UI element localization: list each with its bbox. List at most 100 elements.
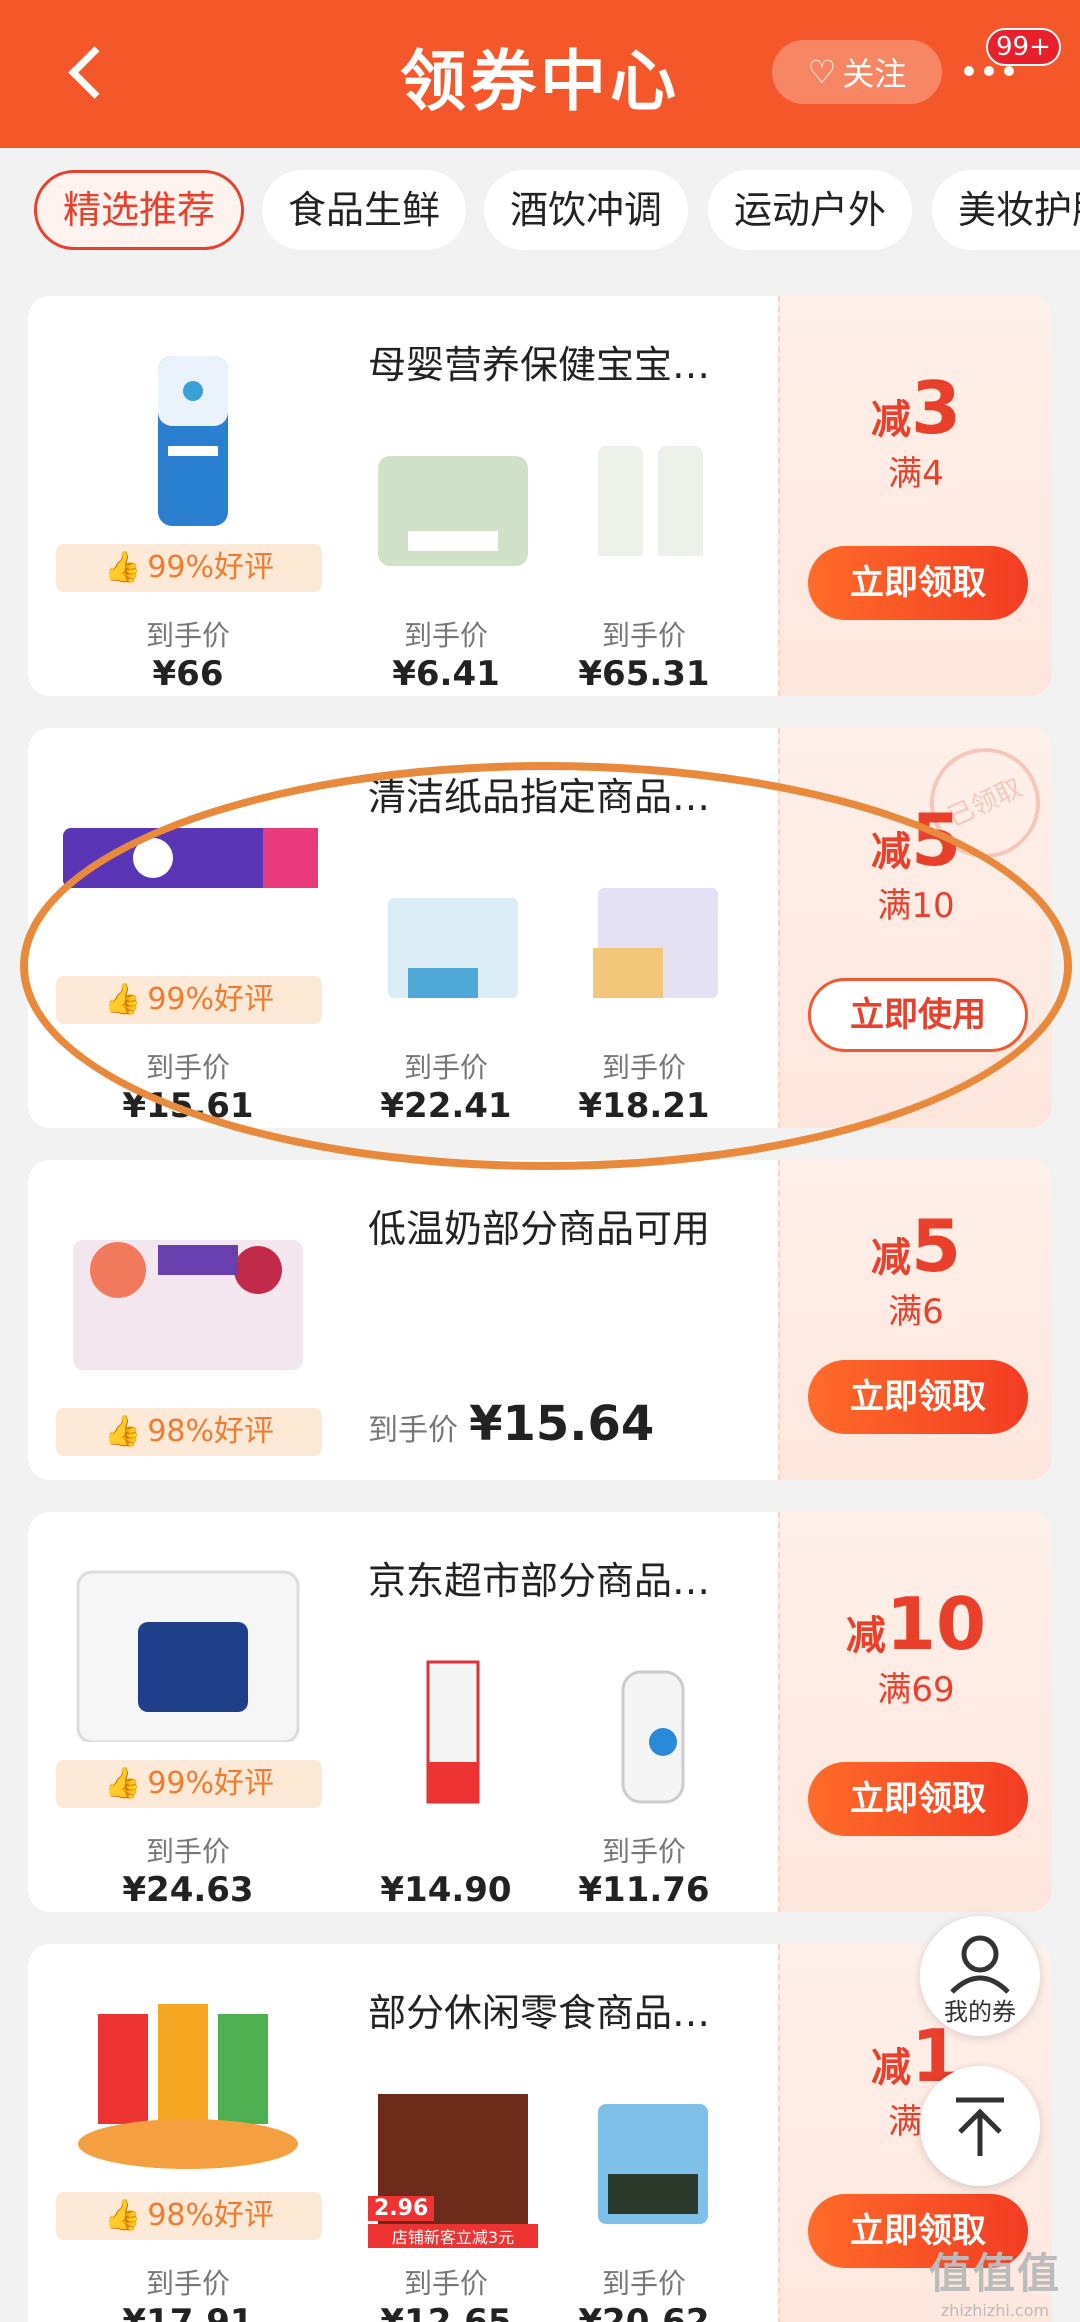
tab-food-fresh[interactable]: 食品生鲜 xyxy=(262,170,467,250)
price-label: 到手价 xyxy=(145,619,230,652)
price-value: ¥14.90 xyxy=(380,1870,512,1910)
price-value: ¥18.21 xyxy=(578,1086,710,1126)
promo-text: 店铺新客立减3元 xyxy=(368,2224,538,2248)
price-block: 到手价 ¥66 xyxy=(88,614,288,694)
my-coupons-button[interactable]: 我的券 xyxy=(920,1916,1040,2036)
price-value: ¥12.65 xyxy=(380,2302,512,2322)
watermark-main: 值值值 xyxy=(928,2249,1061,2298)
tab-drinks[interactable]: 酒饮冲调 xyxy=(484,170,689,250)
coupon-value-panel: 减5 满6 立即领取 xyxy=(778,1160,1052,1480)
follow-button[interactable]: ♡ 关注 xyxy=(772,40,942,104)
discount-condition: 满69 xyxy=(877,1670,955,1710)
product-thumbnail xyxy=(621,1670,685,1804)
price-value: ¥15.64 xyxy=(469,1396,655,1452)
price-label: 到手价 xyxy=(601,1835,686,1868)
product-image xyxy=(158,356,228,526)
rating-text: 99%好评 xyxy=(147,982,275,1017)
price-label xyxy=(346,1830,546,1866)
discount-condition: 满10 xyxy=(877,886,955,926)
category-tabs: 精选推荐 食品生鲜 酒饮冲调 运动户外 美妆护肤 xyxy=(0,148,1080,278)
price-value: ¥22.41 xyxy=(380,1086,512,1126)
product-thumbnail xyxy=(378,456,528,566)
product-image xyxy=(78,2004,298,2169)
coupon-name: 部分休闲零食商品… xyxy=(368,1991,711,2035)
discount-prefix: 减 xyxy=(845,1613,886,1659)
product-thumbnail: 2.96 店铺新客立减3元 xyxy=(368,2084,538,2248)
price-block: 到手价 ¥11.76 xyxy=(544,1830,744,1910)
price-label: 到手价 xyxy=(368,1413,458,1448)
discount-amount: 减10 xyxy=(780,1582,1052,1666)
price-block: 到手价 ¥15.64 xyxy=(368,1396,654,1452)
price-label: 到手价 xyxy=(145,2267,230,2300)
rating-badge: 👍 99%好评 xyxy=(56,1760,322,1808)
discount-prefix: 减 xyxy=(870,2045,911,2091)
back-to-top-button[interactable] xyxy=(920,2066,1040,2186)
product-image xyxy=(63,828,318,888)
coupon-value-panel: 减10 满69 立即领取 xyxy=(778,1512,1052,1912)
coupon-value-panel: 已领取 减5 满10 立即使用 xyxy=(778,728,1052,1128)
coupon-name: 母婴营养保健宝宝… xyxy=(368,343,711,387)
price-block: 到手价 ¥6.41 xyxy=(346,614,546,694)
price-value: ¥24.63 xyxy=(122,1870,254,1910)
thumbs-up-icon: 👍 xyxy=(103,550,142,585)
price-label: 到手价 xyxy=(145,1051,230,1084)
coupon-card: 👍 98%好评 部分休闲零食商品… 2.96 店铺新客立减3元 到手价 ¥17.9… xyxy=(28,1944,1052,2322)
price-label: 到手价 xyxy=(601,2267,686,2300)
follow-label: 关注 xyxy=(842,55,907,93)
thumbs-up-icon: 👍 xyxy=(103,1414,142,1449)
price-block: 到手价 ¥22.41 xyxy=(346,1046,546,1126)
price-value: ¥11.76 xyxy=(578,1870,710,1910)
price-block: 到手价 ¥17.91 xyxy=(88,2262,288,2322)
product-thumbnail xyxy=(598,446,703,586)
tab-outdoor[interactable]: 运动户外 xyxy=(708,170,913,250)
tab-featured[interactable]: 精选推荐 xyxy=(34,170,245,250)
rating-badge: 👍 98%好评 xyxy=(56,1408,322,1456)
tab-beauty[interactable]: 美妆护肤 xyxy=(932,170,1080,250)
price-value: ¥17.91 xyxy=(122,2302,254,2322)
thumbs-up-icon: 👍 xyxy=(103,982,142,1017)
product-thumbnail xyxy=(388,898,518,998)
watermark-sub: zhizhizhi.com xyxy=(940,2301,1050,2320)
price-value: ¥20.62 xyxy=(578,2302,710,2322)
price-block: 到手价 ¥65.31 xyxy=(544,614,744,694)
discount-value: 10 xyxy=(885,1582,987,1666)
claim-button[interactable]: 立即领取 xyxy=(808,1360,1028,1434)
coupon-value-panel: 减3 满4 立即领取 xyxy=(778,296,1052,696)
price-block: 到手价 ¥20.62 xyxy=(544,2262,744,2322)
rating-text: 99%好评 xyxy=(147,1766,275,1801)
rating-badge: 👍 99%好评 xyxy=(56,544,322,592)
coupon-card: 👍 99%好评 清洁纸品指定商品… 到手价 ¥15.61 到手价 ¥22.41 到… xyxy=(28,728,1052,1128)
discount-value: 5 xyxy=(910,798,962,882)
product-image xyxy=(73,1240,303,1370)
price-value: ¥66 xyxy=(152,654,224,694)
discount-amount: 减3 xyxy=(780,366,1052,450)
price-label: 到手价 xyxy=(403,1051,488,1084)
discount-amount: 减5 xyxy=(780,1204,1052,1288)
discount-prefix: 减 xyxy=(870,829,911,875)
rating-text: 98%好评 xyxy=(147,1414,275,1449)
price-value: ¥6.41 xyxy=(392,654,500,694)
thumbs-up-icon: 👍 xyxy=(103,1766,142,1801)
notification-badge: 99+ xyxy=(986,28,1061,66)
claim-button[interactable]: 立即领取 xyxy=(808,546,1028,620)
my-coupons-label: 我的券 xyxy=(944,1998,1016,2026)
claim-button[interactable]: 立即领取 xyxy=(808,1762,1028,1836)
arrow-up-icon xyxy=(956,2097,1004,2156)
rating-badge: 👍 99%好评 xyxy=(56,976,322,1024)
price-label: 到手价 xyxy=(145,1835,230,1868)
coupon-card: 👍 98%好评 低温奶部分商品可用 到手价 ¥15.64 减5 满6 立即领取 xyxy=(28,1160,1052,1480)
discount-condition: 满4 xyxy=(888,454,944,494)
use-now-button[interactable]: 立即使用 xyxy=(808,978,1028,1052)
discount-value: 5 xyxy=(910,1204,962,1288)
product-thumbnail xyxy=(598,2104,708,2224)
heart-plus-icon: ♡ xyxy=(807,53,837,91)
discount-prefix: 减 xyxy=(870,1235,911,1281)
price-block: ¥14.90 xyxy=(346,1830,546,1910)
rating-text: 98%好评 xyxy=(147,2198,275,2233)
product-thumbnail xyxy=(593,888,718,998)
discount-amount: 减5 xyxy=(780,798,1052,882)
product-image xyxy=(76,1570,300,1742)
rating-badge: 👍 98%好评 xyxy=(56,2192,322,2240)
discount-condition: 满6 xyxy=(888,1292,944,1332)
thumbs-up-icon: 👍 xyxy=(103,2198,142,2233)
